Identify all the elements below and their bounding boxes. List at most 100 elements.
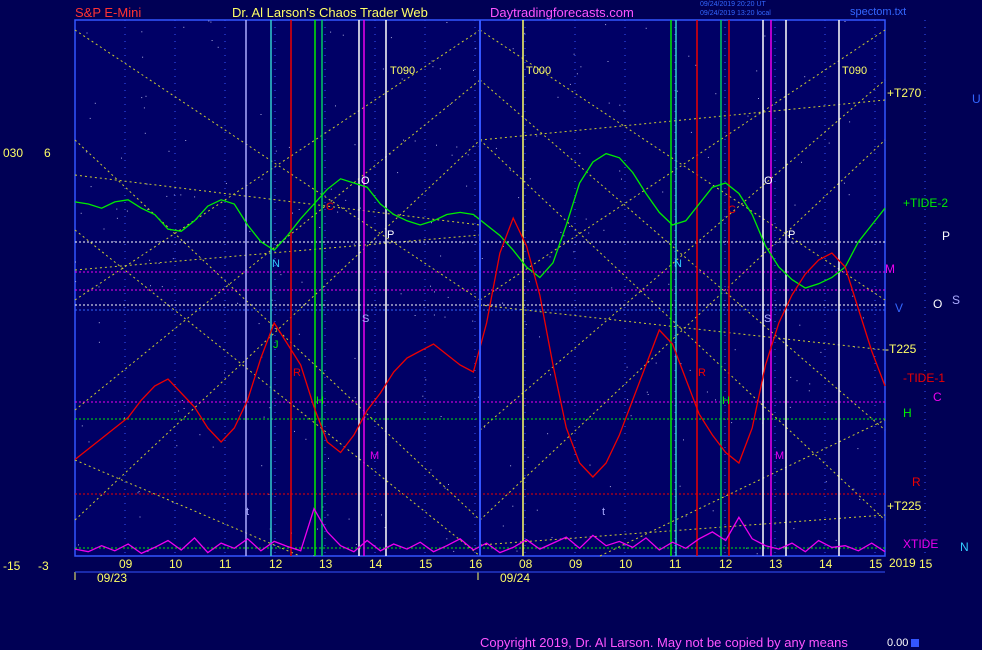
star-dot: [789, 406, 791, 408]
star-dot: [258, 323, 260, 325]
star-dot: [495, 147, 497, 149]
planet-letter: P: [387, 229, 394, 241]
star-dot: [563, 235, 565, 237]
star-dot: [685, 515, 687, 517]
star-dot: [619, 104, 621, 106]
star-dot: [527, 456, 529, 458]
date-label: 09/24: [500, 571, 530, 585]
star-dot: [146, 183, 148, 185]
star-dot: [549, 256, 551, 258]
star-dot: [348, 518, 350, 520]
star-dot: [414, 315, 416, 316]
star-dot: [683, 439, 684, 441]
star-dot: [580, 66, 582, 68]
star-dot: [88, 441, 90, 443]
star-dot: [319, 227, 321, 228]
star-dot: [430, 285, 431, 287]
side-letter: N: [960, 540, 969, 554]
star-dot: [611, 287, 613, 289]
series-label: +TIDE-2: [903, 196, 948, 210]
marker-label: T090: [842, 65, 867, 77]
star-dot: [804, 76, 806, 78]
planet-letter: N: [272, 258, 280, 270]
star-dot: [166, 195, 168, 197]
star-dot: [603, 229, 605, 231]
star-dot: [676, 90, 678, 92]
star-dot: [145, 95, 147, 97]
star-dot: [143, 107, 145, 109]
star-dot: [210, 21, 212, 23]
star-dot: [529, 178, 531, 180]
star-dot: [298, 333, 300, 335]
star-dot: [808, 390, 810, 392]
hour-tick-label: 15: [419, 557, 433, 571]
star-dot: [157, 241, 159, 243]
hour-tick-label: 09: [119, 557, 133, 571]
star-dot: [512, 505, 514, 507]
star-dot: [194, 196, 196, 198]
star-dot: [456, 146, 458, 148]
star-dot: [440, 255, 442, 257]
star-dot: [712, 510, 714, 512]
star-dot: [305, 438, 307, 440]
star-dot: [401, 78, 403, 80]
star-dot: [825, 481, 827, 483]
star-dot: [725, 240, 727, 242]
star-dot: [859, 498, 861, 500]
star-dot: [849, 121, 851, 123]
hour-tick-label: 10: [619, 557, 633, 571]
star-dot: [626, 366, 628, 368]
star-dot: [144, 132, 146, 134]
star-dot: [199, 434, 201, 436]
star-dot: [756, 553, 758, 555]
star-dot: [706, 391, 708, 393]
star-dot: [525, 324, 527, 325]
star-dot: [180, 194, 182, 196]
star-dot: [536, 135, 538, 137]
axis-label-bottom-2: -3: [38, 559, 49, 573]
star-dot: [662, 191, 664, 193]
star-dot: [337, 211, 339, 213]
marker-label: T090: [390, 65, 415, 77]
star-dot: [238, 410, 240, 412]
star-dot: [509, 169, 511, 171]
planet-letter: M: [775, 450, 784, 462]
star-dot: [178, 410, 180, 412]
side-letter: U: [972, 92, 981, 106]
star-dot: [689, 369, 691, 371]
hour-tick-label: 16: [469, 557, 483, 571]
chaos-chart: T090 T000 T090 N J R H C O P S Mt N C O P S R H Mt +T270 +TID…: [3, 19, 981, 585]
star-dot: [261, 178, 263, 180]
planet-letter: S: [362, 313, 369, 325]
star-dot: [552, 240, 554, 242]
star-dot: [516, 550, 518, 552]
star-dot: [353, 243, 355, 245]
star-dot: [149, 259, 151, 261]
star-dot: [121, 157, 122, 159]
star-dot: [857, 448, 859, 450]
star-dot: [390, 37, 392, 39]
star-dot: [756, 70, 758, 72]
star-dot: [848, 194, 850, 196]
star-dot: [539, 336, 540, 338]
side-letter: C: [933, 390, 942, 404]
star-dot: [98, 286, 100, 288]
star-dot: [397, 172, 399, 174]
star-dot: [609, 486, 611, 488]
star-dot: [158, 263, 160, 264]
star-dot: [607, 61, 609, 62]
star-dot: [478, 396, 480, 398]
readout-value: 0.00: [887, 637, 909, 649]
planet-letter: J: [273, 339, 279, 351]
star-dot: [94, 102, 96, 104]
hour-tick-label: 15: [919, 557, 933, 571]
star-dot: [695, 64, 697, 66]
star-dot: [619, 170, 621, 172]
star-dot: [212, 446, 214, 448]
star-dot: [623, 110, 625, 112]
star-dot: [790, 376, 792, 378]
star-dot: [81, 425, 83, 427]
star-dot: [330, 188, 332, 190]
side-letter: O: [933, 297, 942, 311]
star-dot: [444, 316, 446, 318]
